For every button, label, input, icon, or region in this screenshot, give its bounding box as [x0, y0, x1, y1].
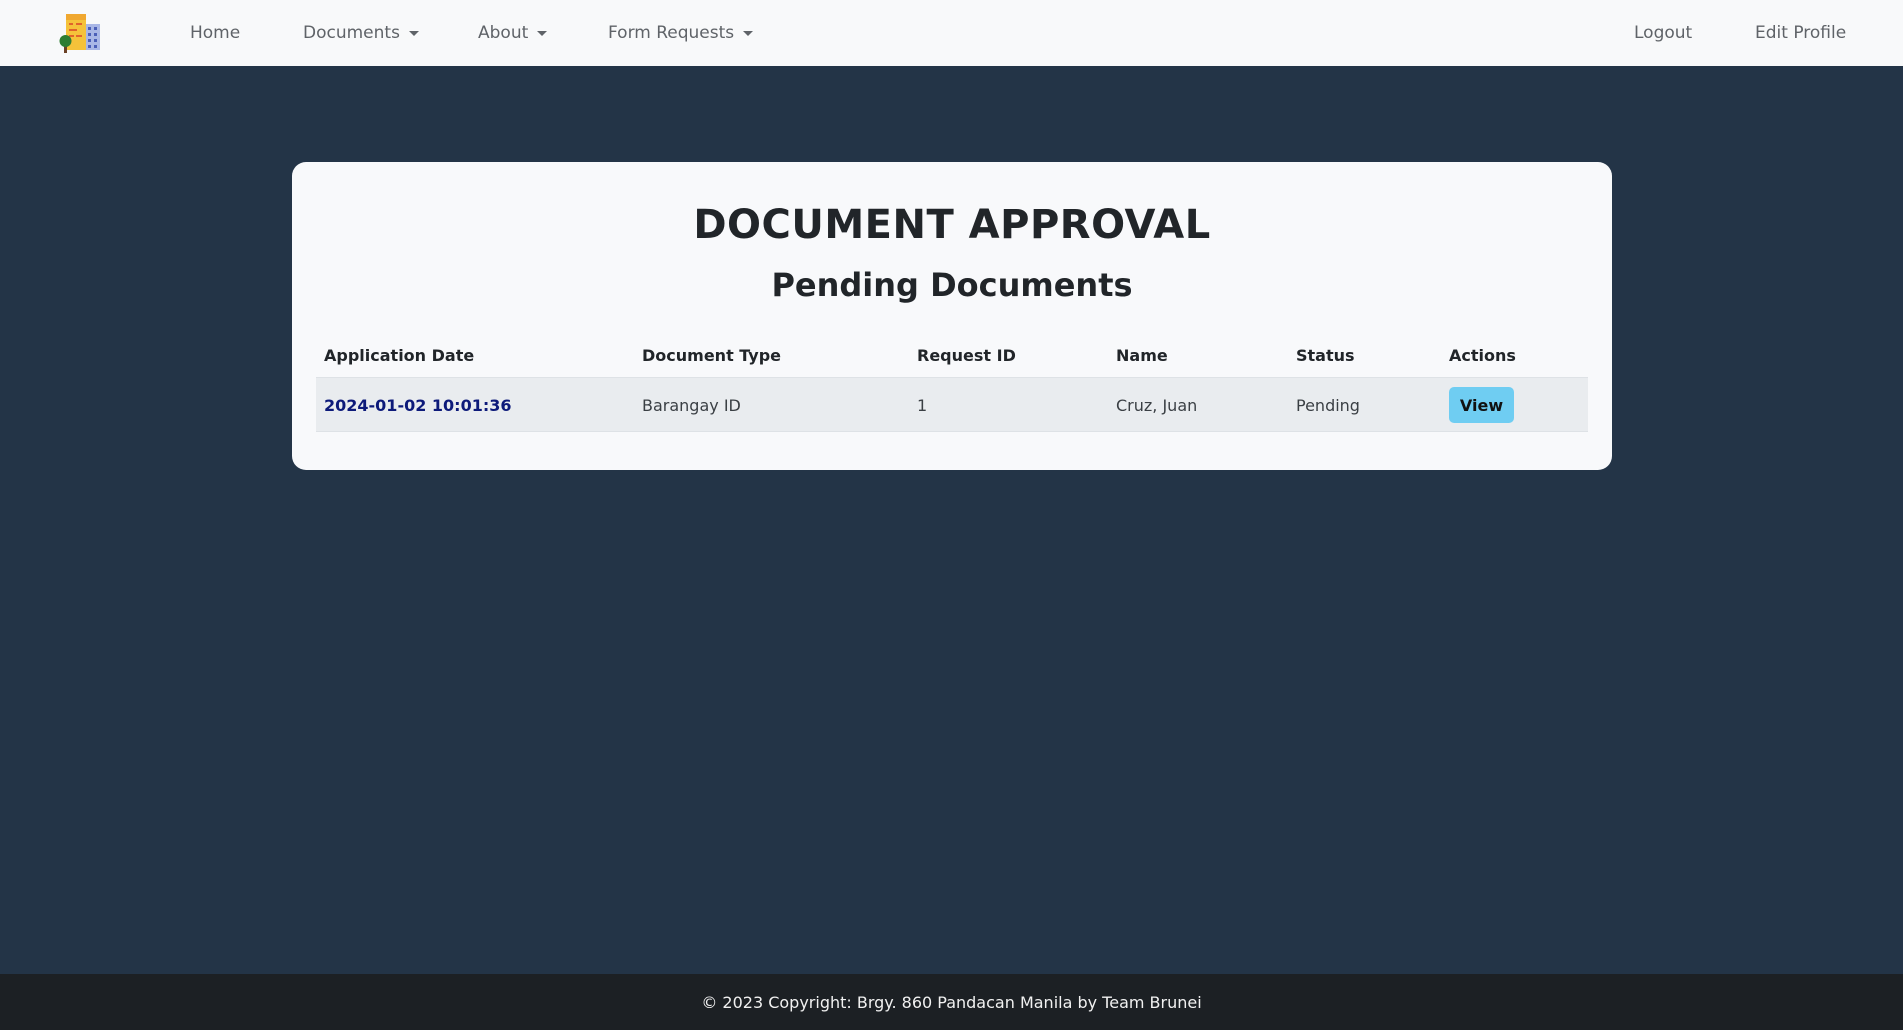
page-subtitle: Pending Documents [771, 266, 1133, 304]
nav-documents-dropdown[interactable]: Documents [303, 0, 419, 66]
cell-status: Pending [1296, 395, 1360, 415]
column-header-name: Name [1116, 345, 1168, 365]
cell-request-id: 1 [917, 395, 928, 415]
page-title: DOCUMENT APPROVAL [693, 202, 1211, 248]
nav-logout-label: Logout [1634, 23, 1693, 43]
caret-down-icon [743, 30, 754, 36]
cell-application-date: 2024-01-02 10:01:36 [324, 395, 512, 415]
column-header-document-type: Document Type [642, 345, 782, 365]
column-header-request-id: Request ID [917, 345, 1016, 365]
nav-form-requests-label: Form Requests [608, 23, 735, 43]
nav-documents-label: Documents [303, 23, 400, 43]
caret-down-icon [537, 30, 548, 36]
navbar: Home Documents About Form Requests Logou… [0, 0, 1903, 66]
table-header-row: Application Date Document Type Request I… [316, 332, 1588, 378]
nav-about-dropdown[interactable]: About [478, 0, 548, 66]
nav-home-label: Home [190, 23, 241, 43]
column-header-status: Status [1296, 345, 1355, 365]
cell-name: Cruz, Juan [1116, 395, 1198, 415]
nav-form-requests-dropdown[interactable]: Form Requests [608, 0, 754, 66]
footer: © 2023 Copyright: Brgy. 860 Pandacan Man… [0, 974, 1903, 1030]
nav-home-link[interactable]: Home [190, 0, 240, 66]
nav-edit-profile-link[interactable]: Edit Profile [1755, 0, 1846, 66]
cell-actions: View [1449, 378, 1514, 432]
footer-copyright: © 2023 Copyright: Brgy. 860 Pandacan Man… [701, 992, 1202, 1012]
table-row: 2024-01-02 10:01:36 Barangay ID 1 Cruz, … [316, 378, 1588, 432]
column-header-actions: Actions [1449, 345, 1516, 365]
barangay-building-logo-icon[interactable] [58, 12, 106, 54]
cell-document-type: Barangay ID [642, 395, 741, 415]
pending-documents-table: Application Date Document Type Request I… [316, 332, 1588, 432]
document-approval-card: DOCUMENT APPROVAL Pending Documents Appl… [292, 162, 1612, 470]
caret-down-icon [408, 30, 419, 36]
view-button[interactable]: View [1449, 387, 1514, 423]
nav-logout-link[interactable]: Logout [1634, 0, 1692, 66]
column-header-application-date: Application Date [324, 345, 475, 365]
nav-edit-profile-label: Edit Profile [1755, 23, 1847, 43]
nav-about-label: About [478, 23, 529, 43]
